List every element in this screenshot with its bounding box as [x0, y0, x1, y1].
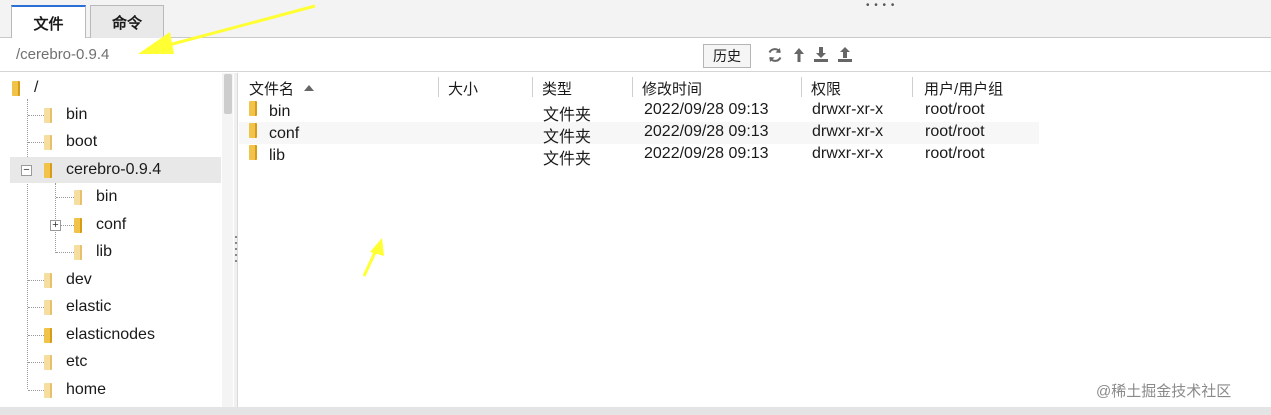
table-row[interactable]: conf 文件夹 2022/09/28 09:13 drwxr-xr-x roo…	[239, 122, 1039, 146]
folder-icon	[249, 123, 257, 138]
column-header-owner[interactable]: 用户/用户组	[924, 77, 1003, 99]
folder-open-icon	[44, 162, 52, 178]
tree-connector	[55, 183, 56, 253]
folder-icon	[44, 382, 52, 398]
folder-icon	[44, 299, 52, 315]
tab-files[interactable]: 文件	[11, 5, 86, 39]
tree-item-boot[interactable]: boot	[44, 129, 97, 155]
folder-icon	[249, 145, 257, 160]
tree-item-cerebro-bin[interactable]: bin	[74, 184, 117, 210]
annotation-arrow-icon	[138, 4, 316, 54]
refresh-icon[interactable]	[766, 46, 784, 64]
column-header-modified[interactable]: 修改时间	[642, 77, 702, 99]
tree-item-dev[interactable]: dev	[44, 267, 92, 293]
tree-item-root[interactable]: /	[12, 75, 38, 101]
folder-icon	[74, 217, 82, 233]
tree-scrollbar-thumb[interactable]	[224, 74, 232, 114]
folder-link-icon	[44, 107, 52, 123]
table-row[interactable]: bin 文件夹 2022/09/28 09:13 drwxr-xr-x root…	[239, 100, 1039, 124]
tree-item-home[interactable]: home	[44, 377, 106, 403]
folder-icon	[44, 354, 52, 370]
tree-item-etc[interactable]: etc	[44, 349, 87, 375]
file-list[interactable]: 文件名 大小 类型 修改时间 权限 用户/用户组 bin 文件夹 2022/09…	[239, 73, 1271, 407]
tree-item-elastic[interactable]: elastic	[44, 294, 111, 320]
tree-item-cerebro-conf[interactable]: conf	[74, 212, 126, 238]
upload-icon[interactable]	[836, 46, 854, 64]
pane-splitter[interactable]	[234, 73, 238, 407]
column-header-size[interactable]: 大小	[448, 77, 478, 99]
up-icon[interactable]	[790, 46, 808, 64]
status-bar	[0, 407, 1271, 415]
folder-icon	[12, 80, 20, 96]
download-icon[interactable]	[812, 46, 830, 64]
column-header-type[interactable]: 类型	[542, 77, 572, 99]
column-header-name[interactable]: 文件名	[249, 77, 315, 99]
folder-icon	[249, 101, 257, 116]
annotation-arrow-icon	[362, 238, 384, 277]
collapse-icon[interactable]: −	[21, 165, 32, 176]
path-input[interactable]: /cerebro-0.9.4	[16, 46, 109, 63]
expand-icon[interactable]: +	[50, 220, 61, 231]
folder-icon	[74, 189, 82, 205]
column-header-permissions[interactable]: 权限	[811, 77, 841, 99]
sort-ascending-icon	[304, 85, 315, 91]
drag-handle-dots: • • • •	[866, 0, 896, 11]
folder-icon	[44, 272, 52, 288]
tree-item-elasticnodes[interactable]: elasticnodes	[44, 322, 155, 348]
directory-tree[interactable]: / bin boot cerebro-0.9.4 − bin conf + li…	[10, 73, 233, 407]
tree-scrollbar[interactable]	[222, 73, 233, 407]
folder-icon	[74, 244, 82, 260]
watermark-text: @稀土掘金技术社区	[1096, 383, 1232, 400]
tree-item-bin[interactable]: bin	[44, 102, 87, 128]
folder-icon	[44, 134, 52, 150]
table-row[interactable]: lib 文件夹 2022/09/28 09:13 drwxr-xr-x root…	[239, 144, 1039, 168]
tree-item-cerebro-lib[interactable]: lib	[74, 239, 112, 265]
folder-icon	[44, 327, 52, 343]
history-button[interactable]: 历史	[703, 44, 751, 68]
tree-item-cerebro[interactable]: cerebro-0.9.4	[10, 157, 221, 183]
